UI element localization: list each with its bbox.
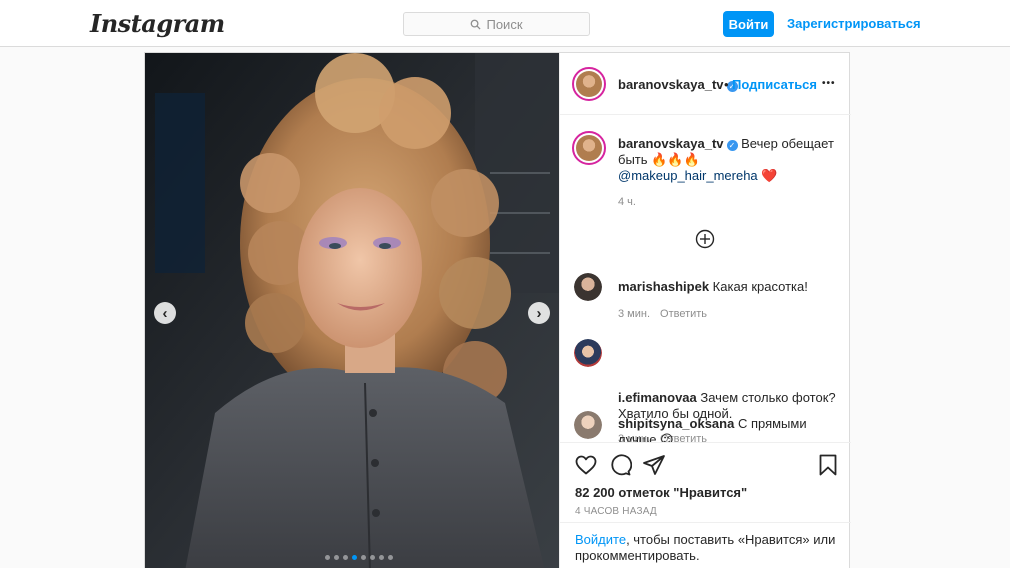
caption-time: 4 ч. bbox=[618, 196, 636, 208]
commenter-avatar[interactable] bbox=[574, 411, 602, 439]
verified-badge-icon: ✓ bbox=[726, 140, 738, 151]
post-card: ‹ › baranovskaya_tv✓ • Подписаться ••• bbox=[144, 52, 851, 568]
chevron-right-icon: › bbox=[536, 304, 542, 322]
follow-button[interactable]: Подписаться bbox=[732, 77, 817, 92]
caption-username[interactable]: baranovskaya_tv bbox=[618, 136, 724, 151]
carousel-indicator bbox=[325, 555, 393, 560]
comment-text: shipitsyna_oksana С прямыми лучше 😉 bbox=[618, 416, 836, 442]
carousel-dot bbox=[370, 555, 375, 560]
post-actions: 82 200 отметок "Нравится" 4 ЧАСОВ НАЗАД … bbox=[560, 442, 851, 568]
instagram-logo[interactable]: Instagram bbox=[90, 9, 225, 38]
carousel-dot bbox=[334, 555, 339, 560]
signup-link[interactable]: Зарегистрироваться bbox=[787, 16, 921, 31]
comment-time: 3 мин. bbox=[618, 308, 651, 320]
comment-body: Какая красотка! bbox=[712, 279, 808, 294]
commenter-avatar[interactable] bbox=[574, 339, 602, 367]
carousel-dot bbox=[361, 555, 366, 560]
likes-count[interactable]: 82 200 отметок "Нравится" bbox=[575, 485, 747, 500]
caption-avatar[interactable] bbox=[572, 131, 606, 165]
bookmark-icon[interactable] bbox=[816, 453, 840, 477]
comment-meta: 3 мин. Ответить bbox=[618, 308, 717, 320]
comment-username[interactable]: i.efimanovaa bbox=[618, 390, 697, 405]
comment-text: marishashipek Какая красотка! bbox=[618, 279, 836, 295]
carousel-dot bbox=[343, 555, 348, 560]
post-photo[interactable]: ‹ › bbox=[145, 53, 559, 568]
search-placeholder: Поиск bbox=[486, 16, 523, 32]
post-sidebar: baranovskaya_tv ✓ • Подписаться ••• baran… bbox=[559, 53, 851, 568]
search-input[interactable]: Поиск bbox=[403, 12, 590, 36]
comment-bubble-icon[interactable] bbox=[608, 453, 632, 477]
carousel-dot bbox=[388, 555, 393, 560]
heart-emoji: ❤️ bbox=[761, 168, 778, 183]
header-separator: • bbox=[724, 77, 729, 92]
more-options-button[interactable]: ••• bbox=[822, 70, 836, 91]
author-username[interactable]: baranovskaya_tv ✓ bbox=[618, 77, 738, 92]
login-button[interactable]: Войти bbox=[723, 11, 774, 37]
comments-list: baranovskaya_tv ✓ Вечер обещает быть 🔥🔥🔥 … bbox=[560, 115, 851, 442]
author-avatar[interactable] bbox=[572, 67, 606, 101]
chevron-left-icon: ‹ bbox=[162, 304, 168, 322]
next-photo-button[interactable]: › bbox=[528, 302, 550, 324]
search-icon bbox=[471, 19, 482, 30]
share-plane-icon[interactable] bbox=[642, 453, 666, 477]
carousel-dot bbox=[325, 555, 330, 560]
post-header: baranovskaya_tv ✓ • Подписаться ••• bbox=[560, 53, 851, 115]
carousel-dot bbox=[379, 555, 384, 560]
carousel-dot bbox=[352, 555, 357, 560]
wink-emoji: 😉 bbox=[660, 432, 674, 442]
post-timestamp: 4 ЧАСОВ НАЗАД bbox=[575, 506, 657, 517]
comment-username[interactable]: shipitsyna_oksana bbox=[618, 416, 734, 431]
plus-circle-icon[interactable] bbox=[695, 229, 715, 249]
login-link[interactable]: Войдите bbox=[575, 532, 626, 547]
reply-button[interactable]: Ответить bbox=[660, 308, 707, 320]
commenter-avatar[interactable] bbox=[574, 273, 602, 301]
heart-icon[interactable] bbox=[574, 453, 598, 477]
previous-photo-button[interactable]: ‹ bbox=[154, 302, 176, 324]
top-navigation-bar: Instagram Поиск Войти Зарегистрироваться bbox=[0, 0, 1010, 47]
caption-mention-link[interactable]: @makeup_hair_mereha bbox=[618, 168, 758, 183]
more-dots-icon: ••• bbox=[822, 78, 836, 89]
photo-illustration bbox=[145, 53, 559, 568]
login-prompt: Войдите, чтобы поставить «Нравится» или … bbox=[560, 522, 851, 568]
caption-text: baranovskaya_tv ✓ Вечер обещает быть 🔥🔥🔥 … bbox=[618, 136, 836, 184]
comment-username[interactable]: marishashipek bbox=[618, 279, 709, 294]
